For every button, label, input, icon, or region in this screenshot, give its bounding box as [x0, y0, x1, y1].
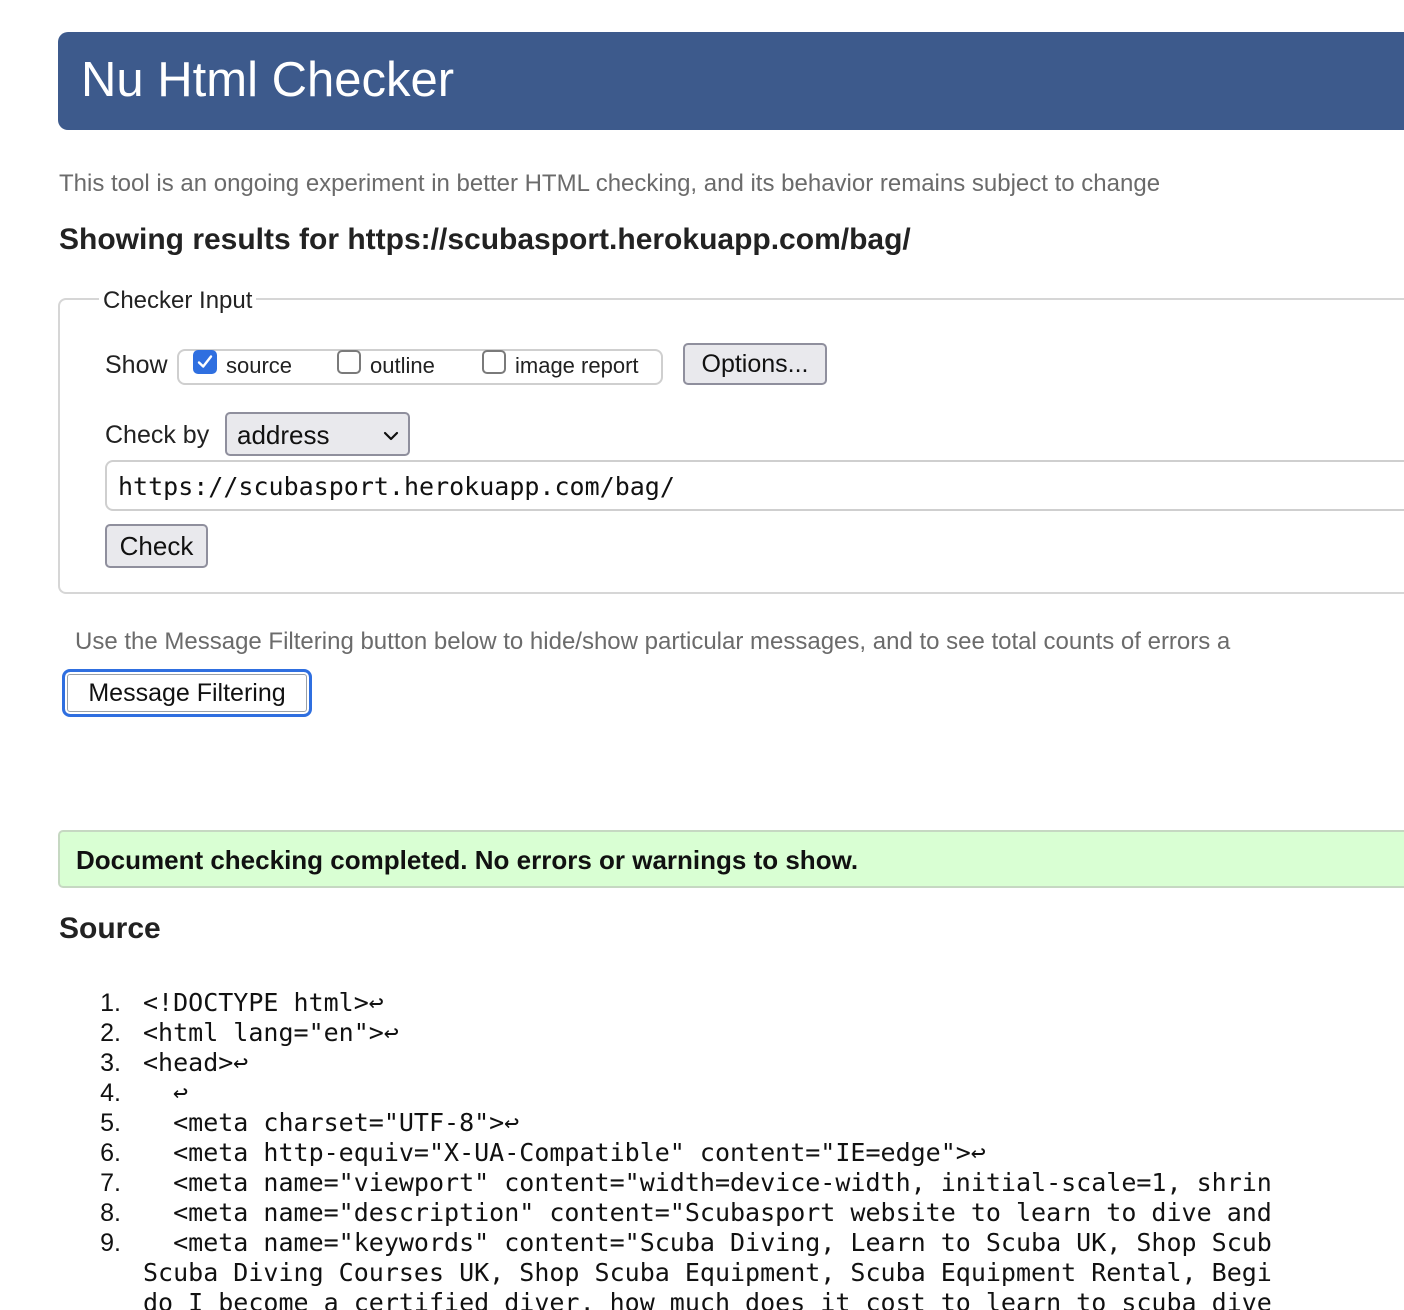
line-number: 6. [100, 1139, 121, 1167]
source-listing: 1. <!DOCTYPE html>↩ 2. <html lang="en">↩… [0, 988, 1404, 1310]
line-code: ↩ [143, 1078, 189, 1107]
status-message: Document checking completed. No errors o… [76, 845, 859, 875]
source-line: 4. ↩ [0, 1078, 1404, 1108]
line-code: <meta name="description" content="Scubas… [143, 1198, 1272, 1227]
source-line: 3. <head>↩ [0, 1048, 1404, 1078]
line-code: Scuba Diving Courses UK, Shop Scuba Equi… [143, 1258, 1272, 1287]
options-button[interactable]: Options... [683, 343, 827, 385]
show-label: Show [105, 351, 168, 379]
line-number: 4. [100, 1079, 121, 1107]
message-filtering-button[interactable]: Message Filtering [62, 669, 312, 717]
url-input[interactable]: https://scubasport.herokuapp.com/bag/ [105, 460, 1404, 511]
url-input-value: https://scubasport.herokuapp.com/bag/ [118, 472, 675, 501]
outline-checkbox[interactable] [337, 350, 361, 374]
check-by-select-value: address [237, 420, 330, 450]
line-code: <meta http-equiv="X-UA-Compatible" conte… [143, 1138, 986, 1167]
check-by-label: Check by [105, 421, 210, 449]
source-line: 8. <meta name="description" content="Scu… [0, 1198, 1404, 1228]
source-line: 6. <meta http-equiv="X-UA-Compatible" co… [0, 1138, 1404, 1168]
checkmark-icon [197, 355, 213, 368]
filter-note: Use the Message Filtering button below t… [75, 628, 1231, 655]
line-code: <!DOCTYPE html>↩ [143, 988, 384, 1017]
line-number: 8. [100, 1199, 121, 1227]
source-line: 2. <html lang="en">↩ [0, 1018, 1404, 1048]
line-code: <head>↩ [143, 1048, 249, 1077]
line-code: do I become a certified diver, how much … [143, 1288, 1272, 1310]
image-report-checkbox-label[interactable]: image report [515, 352, 639, 380]
source-checkbox-label[interactable]: source [226, 352, 292, 380]
line-code: <meta name="keywords" content="Scuba Div… [143, 1228, 1272, 1257]
source-line: 1. <!DOCTYPE html>↩ [0, 988, 1404, 1018]
source-line: 7. <meta name="viewport" content="width=… [0, 1168, 1404, 1198]
image-report-checkbox[interactable] [482, 350, 506, 374]
check-by-select[interactable]: address [225, 412, 410, 456]
checker-input-legend: Checker Input [99, 285, 257, 317]
results-heading: Showing results for https://scubasport.h… [59, 223, 911, 256]
line-number: 9. [100, 1229, 121, 1257]
chevron-down-icon [383, 431, 399, 441]
line-number: 3. [100, 1049, 121, 1077]
source-line: 5. <meta charset="UTF-8">↩ [0, 1108, 1404, 1138]
outline-checkbox-label[interactable]: outline [370, 352, 435, 380]
line-number: 2. [100, 1019, 121, 1047]
line-code: <meta name="viewport" content="width=dev… [143, 1168, 1272, 1197]
source-checkbox[interactable] [193, 350, 217, 374]
source-line-continuation: Scuba Diving Courses UK, Shop Scuba Equi… [0, 1258, 1404, 1288]
line-code: <meta charset="UTF-8">↩ [143, 1108, 520, 1137]
line-number: 1. [100, 989, 121, 1017]
line-number: 7. [100, 1169, 121, 1197]
page-title: Nu Html Checker [81, 53, 455, 107]
source-line-continuation: do I become a certified diver, how much … [0, 1288, 1404, 1310]
source-line: 9. <meta name="keywords" content="Scuba … [0, 1228, 1404, 1258]
page: Nu Html Checker This tool is an ongoing … [0, 0, 1404, 1310]
status-message-box: Document checking completed. No errors o… [58, 830, 1404, 888]
header-banner: Nu Html Checker [58, 32, 1404, 130]
line-code: <html lang="en">↩ [143, 1018, 399, 1047]
check-button[interactable]: Check [105, 524, 208, 568]
source-heading: Source [59, 912, 161, 945]
tagline: This tool is an ongoing experiment in be… [59, 170, 1161, 197]
line-number: 5. [100, 1109, 121, 1137]
